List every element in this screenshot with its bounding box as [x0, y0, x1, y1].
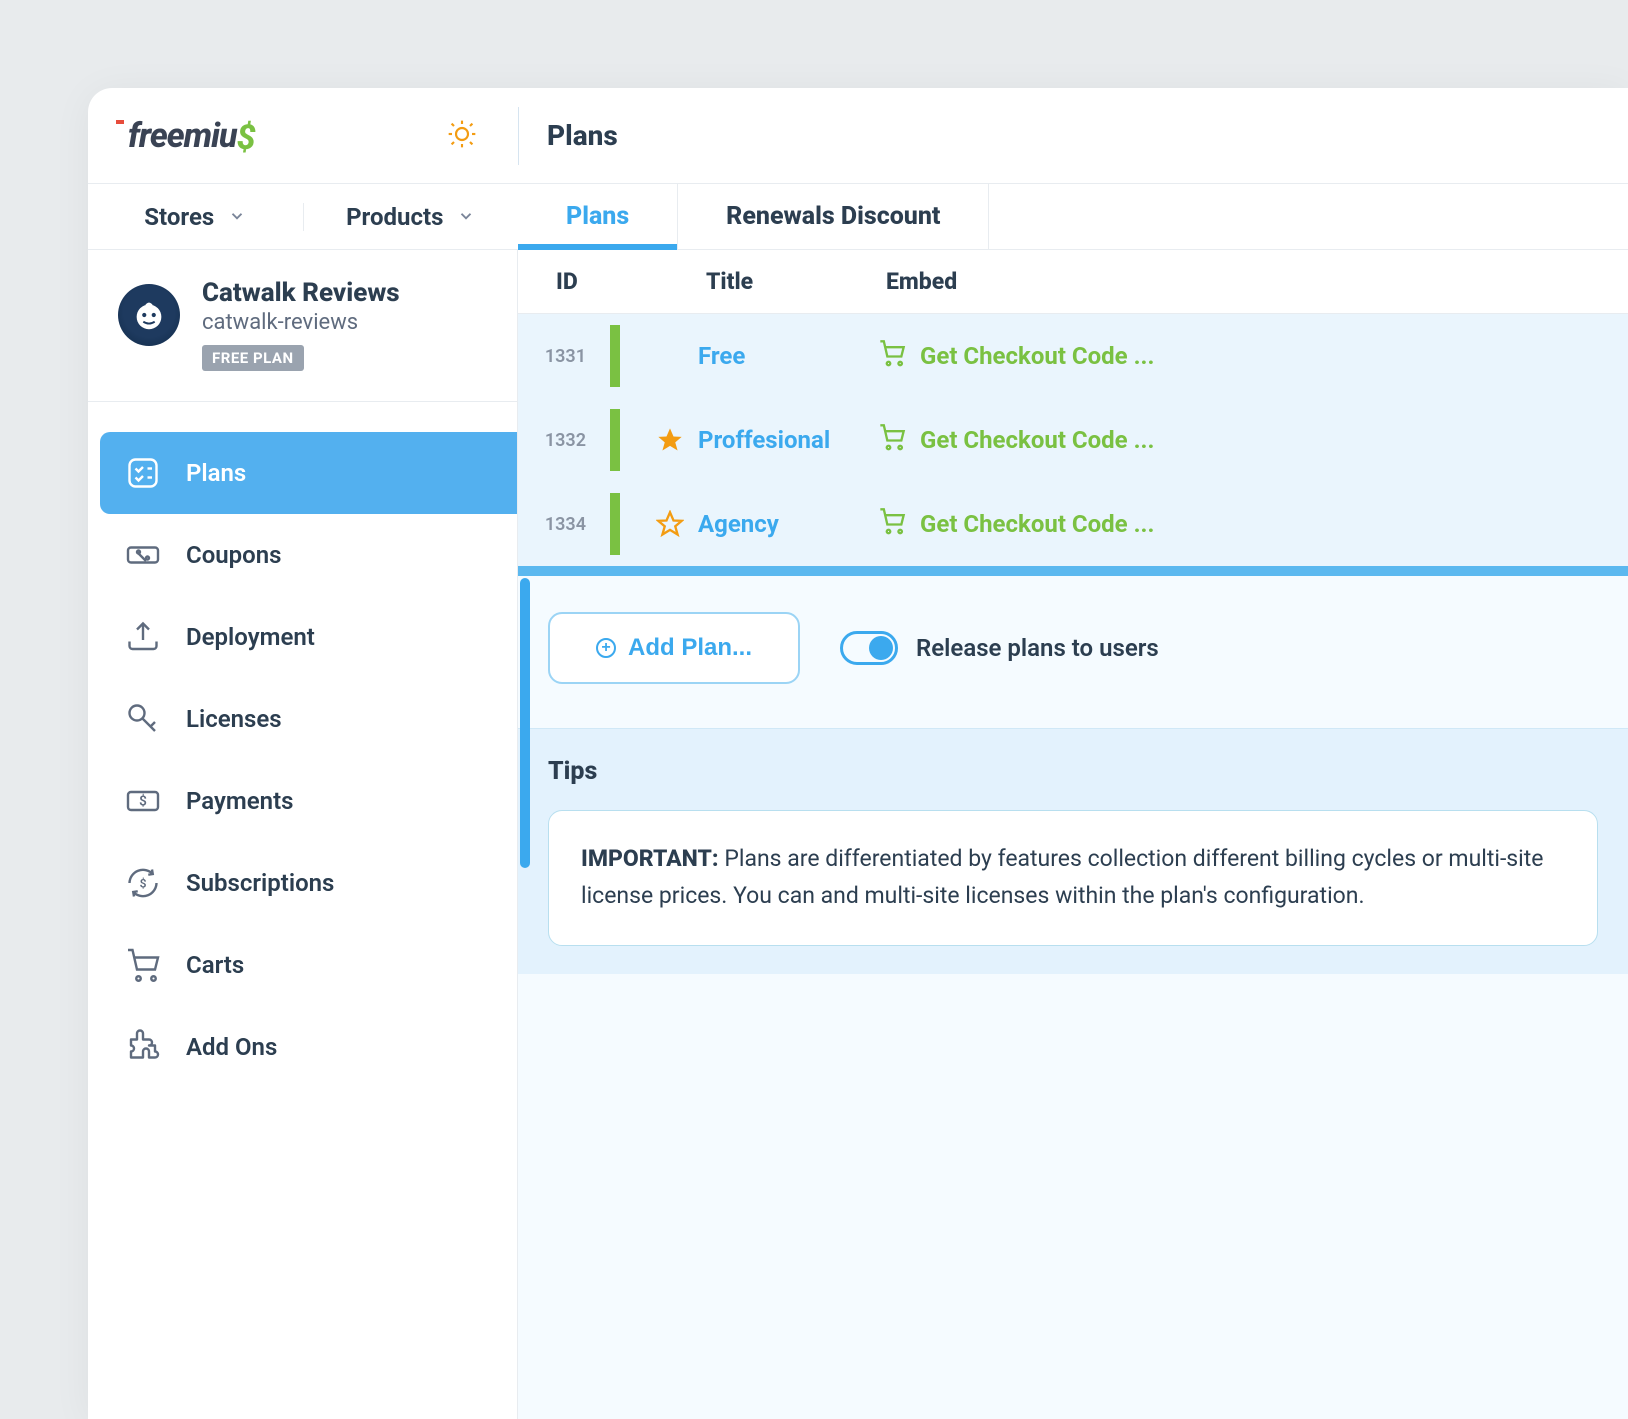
release-toggle-label: Release plans to users: [916, 634, 1159, 662]
cart-icon: [124, 946, 162, 984]
product-card: Catwalk Reviews catwalk-reviews FREE PLA…: [88, 250, 517, 402]
main-content: ID Title Embed 1331 Free Get Checkout Co…: [518, 250, 1628, 1419]
cell-id: 1331: [530, 346, 586, 367]
drag-handle[interactable]: [610, 325, 620, 387]
checklist-icon: [124, 454, 162, 492]
plus-circle-icon: +: [596, 638, 616, 658]
sidebar-item-label: Licenses: [186, 705, 282, 733]
star-outline-icon: [656, 510, 684, 538]
sidebar-item-label: Coupons: [186, 541, 282, 569]
sidebar-item-carts[interactable]: Carts: [94, 924, 517, 1006]
sidebar-item-coupons[interactable]: Coupons: [94, 514, 517, 596]
table-header: ID Title Embed: [518, 250, 1628, 314]
sidebar-item-subscriptions[interactable]: $ Subscriptions: [94, 842, 517, 924]
cart-icon: [878, 507, 906, 541]
cell-embed[interactable]: Get Checkout Code ...: [878, 423, 1154, 457]
sidebar-item-payments[interactable]: $ Payments: [94, 760, 517, 842]
sidebar-item-label: Plans: [186, 459, 246, 487]
cell-embed[interactable]: Get Checkout Code ...: [878, 339, 1154, 373]
body: Catwalk Reviews catwalk-reviews FREE PLA…: [88, 250, 1628, 1419]
key-icon: [124, 700, 162, 738]
table-body: 1331 Free Get Checkout Code ... 1332: [518, 314, 1628, 566]
cell-embed[interactable]: Get Checkout Code ...: [878, 507, 1154, 541]
vertical-scrollbar[interactable]: [520, 578, 530, 868]
sidebar-menu: Plans Coupons Deployment: [88, 402, 517, 1088]
cell-title[interactable]: Proffesional: [698, 426, 878, 454]
upload-icon: [124, 618, 162, 656]
product-name: Catwalk Reviews: [202, 278, 487, 308]
page-title-section: Plans: [519, 119, 618, 152]
release-toggle-wrap: Release plans to users: [840, 631, 1159, 665]
star-filled-icon: [656, 426, 684, 454]
sun-icon[interactable]: [446, 118, 478, 154]
cart-icon: [878, 339, 906, 373]
tab-plans[interactable]: Plans: [518, 184, 678, 249]
sidebar-item-label: Carts: [186, 951, 244, 979]
cell-id: 1334: [530, 514, 586, 535]
tip-important-label: IMPORTANT:: [581, 845, 719, 872]
tips-section: Tips IMPORTANT: Plans are differentiated…: [518, 728, 1628, 974]
header: freemiu$ Plans: [88, 88, 1628, 184]
logo-section: freemiu$: [88, 116, 518, 156]
table-row[interactable]: 1331 Free Get Checkout Code ...: [518, 314, 1628, 398]
svg-text:$: $: [140, 877, 147, 891]
star-cell[interactable]: [642, 426, 698, 454]
stores-dropdown[interactable]: Stores: [88, 203, 304, 231]
plan-badge: FREE PLAN: [202, 345, 304, 371]
cart-icon: [878, 423, 906, 457]
tips-title: Tips: [548, 757, 1598, 786]
product-slug: catwalk-reviews: [202, 310, 487, 335]
add-plan-button[interactable]: + Add Plan...: [548, 612, 800, 684]
sidebar-item-label: Deployment: [186, 623, 315, 651]
horizontal-scrollbar[interactable]: [518, 566, 1628, 576]
cell-title[interactable]: Agency: [698, 510, 878, 538]
cell-id: 1332: [530, 430, 586, 451]
tab-renewals-discount[interactable]: Renewals Discount: [678, 184, 989, 249]
sidebar-item-label: Subscriptions: [186, 869, 334, 897]
cell-title[interactable]: Free: [698, 342, 878, 370]
sidebar-item-label: Add Ons: [186, 1033, 277, 1061]
app-window: freemiu$ Plans Stores Products: [88, 88, 1628, 1419]
nav-dropdowns: Stores Products: [88, 184, 518, 249]
release-toggle[interactable]: [840, 631, 898, 665]
chevron-down-icon: [457, 203, 475, 231]
column-header-title: Title: [706, 268, 886, 295]
puzzle-icon: [124, 1028, 162, 1066]
avatar: [118, 284, 180, 346]
chevron-down-icon: [228, 203, 246, 231]
column-header-embed: Embed: [886, 268, 957, 295]
drag-handle[interactable]: [610, 493, 620, 555]
money-icon: $: [124, 782, 162, 820]
sidebar-item-plans[interactable]: Plans: [100, 432, 517, 514]
sidebar-item-deployment[interactable]: Deployment: [94, 596, 517, 678]
product-info: Catwalk Reviews catwalk-reviews FREE PLA…: [202, 278, 487, 371]
column-header-id: ID: [556, 268, 706, 295]
table-row[interactable]: 1334 Agency Get Checkout Code ...: [518, 482, 1628, 566]
ticket-icon: [124, 536, 162, 574]
table-row[interactable]: 1332 Proffesional Get Checkout Code ...: [518, 398, 1628, 482]
page-title: Plans: [547, 119, 618, 152]
star-cell[interactable]: [642, 510, 698, 538]
sidebar: Catwalk Reviews catwalk-reviews FREE PLA…: [88, 250, 518, 1419]
sidebar-item-label: Payments: [186, 787, 293, 815]
actions-row: + Add Plan... Release plans to users: [518, 576, 1628, 728]
brand-logo: freemiu$: [128, 116, 255, 156]
sidebar-item-licenses[interactable]: Licenses: [94, 678, 517, 760]
drag-handle[interactable]: [610, 409, 620, 471]
tabs: Plans Renewals Discount: [518, 184, 1628, 249]
svg-text:$: $: [139, 794, 147, 810]
refresh-dollar-icon: $: [124, 864, 162, 902]
subheader: Stores Products Plans Renewals Discount: [88, 184, 1628, 250]
sidebar-item-addons[interactable]: Add Ons: [94, 1006, 517, 1088]
tip-box: IMPORTANT: Plans are differentiated by f…: [548, 810, 1598, 946]
tip-body: Plans are differentiated by features col…: [581, 845, 1544, 909]
products-dropdown[interactable]: Products: [304, 203, 519, 231]
